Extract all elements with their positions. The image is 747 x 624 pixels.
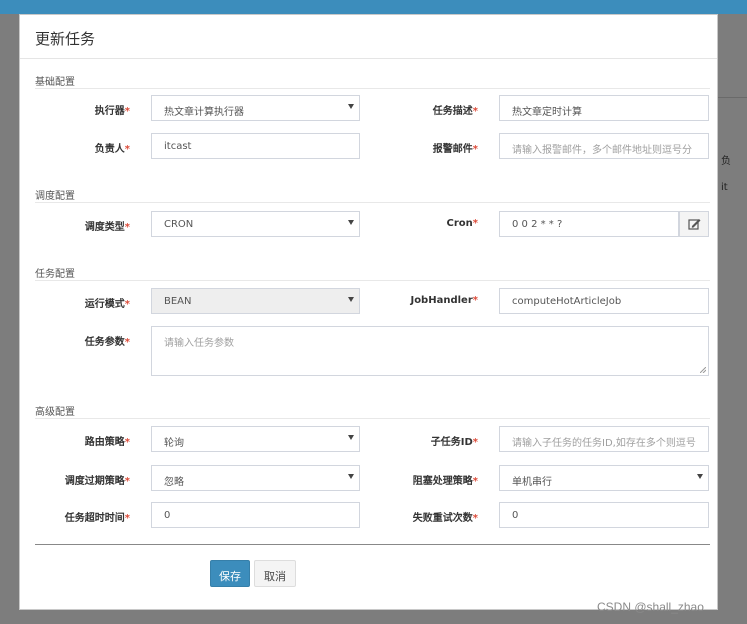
child-job-id-label: 子任务ID* <box>430 437 478 448</box>
section-schedule-title: 调度配置 <box>35 191 75 202</box>
chevron-down-icon <box>348 435 354 440</box>
save-button[interactable]: 保存 <box>210 560 250 587</box>
block-strategy-select[interactable]: 单机串行 <box>499 465 709 491</box>
dialog-title: 更新任务 <box>20 15 717 59</box>
section-advanced-title: 高级配置 <box>35 407 75 418</box>
footer-divider <box>35 544 710 545</box>
update-task-dialog: 更新任务 基础配置 执行器* 热文章计算执行器 任务描述* 热文章定时计算 负责… <box>19 14 718 610</box>
misfire-strategy-select[interactable]: 忽略 <box>151 465 360 491</box>
job-param-placeholder: 请输入任务参数 <box>164 338 234 349</box>
route-strategy-value: 轮询 <box>164 438 184 449</box>
job-handler-label: JobHandler* <box>410 295 478 306</box>
executor-value: 热文章计算执行器 <box>164 107 244 118</box>
cron-edit-button[interactable] <box>679 211 709 237</box>
job-desc-input[interactable]: 热文章定时计算 <box>499 95 709 121</box>
edit-icon <box>688 219 701 230</box>
timeout-input[interactable]: 0 <box>151 502 360 528</box>
route-strategy-label: 路由策略* <box>84 437 130 448</box>
chevron-down-icon <box>348 104 354 109</box>
schedule-type-value: CRON <box>164 219 194 230</box>
schedule-type-label: 调度类型* <box>84 222 130 233</box>
cron-label: Cron* <box>446 218 479 229</box>
job-param-label: 任务参数* <box>84 337 130 348</box>
section-divider <box>35 202 710 203</box>
route-strategy-select[interactable]: 轮询 <box>151 426 360 452</box>
section-divider <box>35 88 710 89</box>
job-handler-input[interactable]: computeHotArticleJob <box>499 288 709 314</box>
schedule-type-select[interactable]: CRON <box>151 211 360 237</box>
timeout-label: 任务超时时间* <box>64 513 130 524</box>
misfire-strategy-label: 调度过期策略* <box>64 476 130 487</box>
chevron-down-icon <box>348 474 354 479</box>
executor-label: 执行器* <box>94 106 130 117</box>
background-text: 负 <box>721 156 731 167</box>
owner-input[interactable]: itcast <box>151 133 360 159</box>
section-divider <box>35 418 710 419</box>
misfire-strategy-value: 忽略 <box>164 477 184 488</box>
fail-retry-label: 失败重试次数* <box>412 513 478 524</box>
section-task-title: 任务配置 <box>35 269 75 280</box>
executor-select[interactable]: 热文章计算执行器 <box>151 95 360 121</box>
job-desc-label: 任务描述* <box>432 106 478 117</box>
run-mode-value: BEAN <box>164 296 192 307</box>
alarm-email-input[interactable]: 请输入报警邮件，多个邮件地址则逗号分 <box>499 133 709 159</box>
block-strategy-value: 单机串行 <box>512 477 552 488</box>
owner-label: 负责人* <box>94 144 130 155</box>
background-text: it <box>721 182 728 193</box>
child-job-id-input[interactable]: 请输入子任务的任务ID,如存在多个则逗号 <box>499 426 709 452</box>
section-divider <box>35 280 710 281</box>
block-strategy-label: 阻塞处理策略* <box>412 476 478 487</box>
alarm-email-label: 报警邮件* <box>432 144 478 155</box>
chevron-down-icon <box>697 474 703 479</box>
job-param-textarea[interactable]: 请输入任务参数 <box>151 326 709 376</box>
section-basic-title: 基础配置 <box>35 77 75 88</box>
cron-input[interactable]: 0 0 2 * * ? <box>499 211 679 237</box>
resize-grip-icon[interactable] <box>700 367 706 373</box>
fail-retry-input[interactable]: 0 <box>499 502 709 528</box>
app-topbar <box>0 0 747 14</box>
watermark: CSDN @shall_zhao <box>597 600 704 614</box>
run-mode-label: 运行模式* <box>84 299 130 310</box>
run-mode-select[interactable]: BEAN <box>151 288 360 314</box>
cancel-button[interactable]: 取消 <box>254 560 296 587</box>
chevron-down-icon <box>348 220 354 225</box>
chevron-down-icon <box>348 297 354 302</box>
background-divider <box>718 97 747 98</box>
